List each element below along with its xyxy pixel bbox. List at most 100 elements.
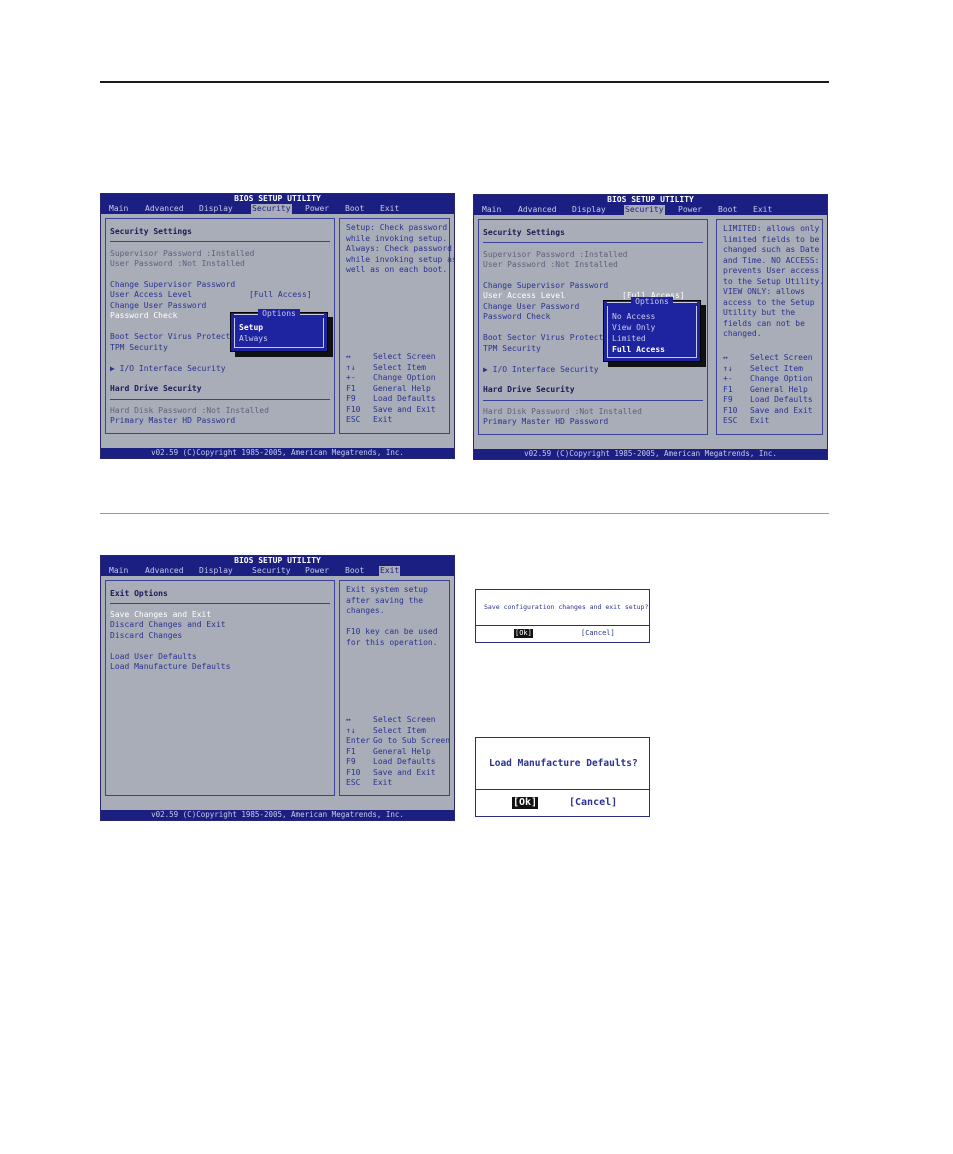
cancel-button[interactable]: [Cancel] <box>581 629 615 638</box>
tpm-security-item[interactable]: TPM Security <box>483 344 541 355</box>
key: ↑↓ <box>346 725 356 735</box>
user-password-status: User Password :Not Installed <box>110 259 245 268</box>
menu-display[interactable]: Display <box>198 566 234 576</box>
user-access-level-item[interactable]: User Access Level <box>483 291 565 302</box>
menu-advanced[interactable]: Advanced <box>517 205 558 215</box>
option-no-access[interactable]: No Access <box>612 312 655 323</box>
bios-menu-bar: Main Advanced Display Security Power Boo… <box>474 205 827 215</box>
menu-security[interactable]: Security <box>624 205 665 215</box>
bios-screen-exit: BIOS SETUP UTILITY Main Advanced Display… <box>100 555 455 821</box>
key-desc: Load Defaults <box>373 394 436 403</box>
password-check-item[interactable]: Password Check <box>483 312 550 323</box>
password-check-item[interactable]: Password Check <box>110 311 177 322</box>
menu-display[interactable]: Display <box>571 205 607 215</box>
key: ESC <box>346 415 361 424</box>
menu-security[interactable]: Security <box>251 566 292 576</box>
key: F9 <box>346 757 356 766</box>
change-user-password-item[interactable]: Change User Password <box>483 302 579 313</box>
menu-main[interactable]: Main <box>108 204 129 214</box>
key: F1 <box>723 384 733 394</box>
menu-power[interactable]: Power <box>304 204 330 214</box>
io-interface-security-item[interactable]: ▶ I/O Interface Security <box>110 364 226 375</box>
options-popup: Options Setup Always <box>230 309 328 352</box>
load-user-defaults-item[interactable]: Load User Defaults <box>110 652 197 663</box>
menu-power[interactable]: Power <box>304 566 330 576</box>
key-row: F1 General Help <box>346 384 454 395</box>
load-manufacture-defaults-item[interactable]: Load Manufacture Defaults <box>110 662 230 673</box>
menu-boot[interactable]: Boot <box>344 566 365 576</box>
ok-button[interactable]: [Ok] <box>514 629 533 638</box>
option-always[interactable]: Always <box>239 334 268 345</box>
menu-main[interactable]: Main <box>481 205 502 215</box>
hard-drive-security-heading: Hard Drive Security <box>110 384 202 393</box>
io-interface-security-item[interactable]: ▶ I/O Interface Security <box>483 365 599 376</box>
option-view-only[interactable]: View Only <box>612 323 655 334</box>
key-row: ↔ Select Screen <box>346 352 454 363</box>
key-desc: Go to Sub Screen <box>373 736 451 745</box>
load-defaults-dialog: Load Manufacture Defaults? [Ok] [Cancel] <box>475 737 650 817</box>
key-desc: Exit <box>373 415 393 424</box>
bios-footer: v02.59 (C)Copyright 1985-2005, American … <box>101 448 454 458</box>
menu-main[interactable]: Main <box>108 566 129 576</box>
change-supervisor-password-item[interactable]: Change Supervisor Password <box>483 281 608 292</box>
change-supervisor-password-item[interactable]: Change Supervisor Password <box>110 280 235 291</box>
discard-changes-and-exit-item[interactable]: Discard Changes and Exit <box>110 620 226 631</box>
user-access-level-item[interactable]: User Access Level <box>110 290 192 301</box>
key: F1 <box>346 746 356 756</box>
option-limited[interactable]: Limited <box>612 334 646 345</box>
menu-exit[interactable]: Exit <box>379 566 401 576</box>
user-access-level-value[interactable]: [Full Access] <box>249 290 312 301</box>
primary-master-hd-password-item[interactable]: Primary Master HD Password <box>110 416 235 427</box>
menu-security[interactable]: Security <box>251 204 292 214</box>
key: +- <box>723 374 733 383</box>
supervisor-password-status: Supervisor Password :Installed <box>110 249 255 258</box>
section-heading: Exit Options <box>110 589 168 598</box>
menu-boot[interactable]: Boot <box>717 205 738 215</box>
bios-menu-bar: Main Advanced Display Security Power Boo… <box>101 566 454 576</box>
boot-sector-virus-item[interactable]: Boot Sector Virus Protection <box>483 333 618 344</box>
menu-advanced[interactable]: Advanced <box>144 204 185 214</box>
divider <box>483 400 703 401</box>
tpm-security-item[interactable]: TPM Security <box>110 343 168 354</box>
menu-boot[interactable]: Boot <box>344 204 365 214</box>
key-desc: Change Option <box>750 374 813 383</box>
key: ↑↓ <box>723 363 733 373</box>
bios-title: BIOS SETUP UTILITY <box>474 195 827 205</box>
divider <box>110 241 330 242</box>
key-desc: Load Defaults <box>373 757 436 766</box>
save-changes-and-exit-item[interactable]: Save Changes and Exit <box>110 610 211 621</box>
menu-power[interactable]: Power <box>677 205 703 215</box>
help-text: Setup: Check password while invoking set… <box>346 223 455 274</box>
boot-sector-virus-item[interactable]: Boot Sector Virus Protection <box>110 332 245 343</box>
key-row: ESC Exit <box>346 415 454 426</box>
discard-changes-item[interactable]: Discard Changes <box>110 631 182 642</box>
help-text-f10: F10 key can be used for this operation. <box>346 627 438 647</box>
key: F9 <box>723 395 733 404</box>
option-setup[interactable]: Setup <box>239 323 263 334</box>
key-row: F9 Load Defaults <box>723 395 827 406</box>
key-desc: Select Screen <box>750 353 813 362</box>
popup-title-text: Options <box>631 297 673 306</box>
key-row: +- Change Option <box>723 374 827 385</box>
key-desc: Exit <box>373 778 393 787</box>
key-desc: Select Item <box>750 363 803 373</box>
dialog-message: Save configuration changes and exit setu… <box>484 603 649 611</box>
key-desc: Select Item <box>373 362 426 372</box>
menu-exit[interactable]: Exit <box>379 204 400 214</box>
key-row: F10 Save and Exit <box>723 406 827 417</box>
save-confirm-dialog: Save configuration changes and exit setu… <box>475 589 650 643</box>
menu-exit[interactable]: Exit <box>752 205 773 215</box>
key-row: ↑↓ Select Item <box>346 362 454 374</box>
option-full-access[interactable]: Full Access <box>612 345 665 356</box>
menu-display[interactable]: Display <box>198 204 234 214</box>
primary-master-hd-password-item[interactable]: Primary Master HD Password <box>483 417 608 428</box>
menu-advanced[interactable]: Advanced <box>144 566 185 576</box>
change-user-password-item[interactable]: Change User Password <box>110 301 206 312</box>
key-row: ↑↓ Select Item <box>723 363 827 375</box>
key: ↔ <box>346 715 351 724</box>
key: ↔ <box>346 352 351 361</box>
cancel-button[interactable]: [Cancel] <box>569 797 617 809</box>
bios-menu-bar: Main Advanced Display Security Power Boo… <box>101 204 454 214</box>
key-row: F9 Load Defaults <box>346 757 454 768</box>
ok-button[interactable]: [Ok] <box>512 797 539 809</box>
